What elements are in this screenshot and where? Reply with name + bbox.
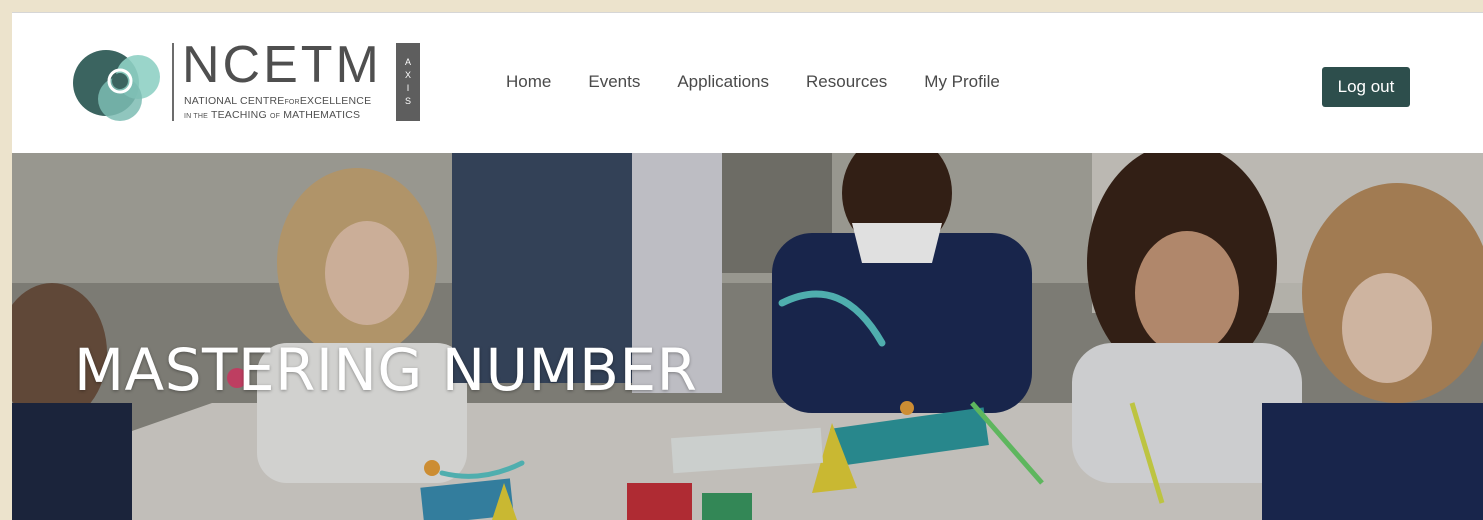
main-nav: Home Events Applications Resources My Pr…: [506, 71, 1000, 93]
axis-badge: A X I S: [396, 43, 420, 121]
hero-banner: MASTERING NUMBER: [12, 153, 1483, 520]
logo-subline-2: IN THE TEACHING OF MATHEMATICS: [184, 109, 361, 121]
logout-button[interactable]: Log out: [1322, 67, 1410, 107]
site-header: NCETM NATIONAL CENTREFOREXCELLENCE IN TH…: [12, 13, 1483, 153]
ncetm-logo[interactable]: NCETM NATIONAL CENTREFOREXCELLENCE IN TH…: [72, 36, 422, 126]
nav-item-resources[interactable]: Resources: [806, 71, 887, 93]
logo-circles-icon: [73, 50, 160, 121]
nav-item-home[interactable]: Home: [506, 71, 551, 93]
hero-title: MASTERING NUMBER: [74, 335, 698, 404]
nav-item-events[interactable]: Events: [588, 71, 640, 93]
nav-item-applications[interactable]: Applications: [677, 71, 769, 93]
nav-item-my-profile[interactable]: My Profile: [924, 71, 1000, 93]
logo-divider: [172, 43, 174, 121]
page-frame: NCETM NATIONAL CENTREFOREXCELLENCE IN TH…: [12, 12, 1483, 520]
logo-subline-1: NATIONAL CENTREFOREXCELLENCE: [184, 95, 372, 107]
logo-wordmark: NCETM: [182, 36, 382, 94]
